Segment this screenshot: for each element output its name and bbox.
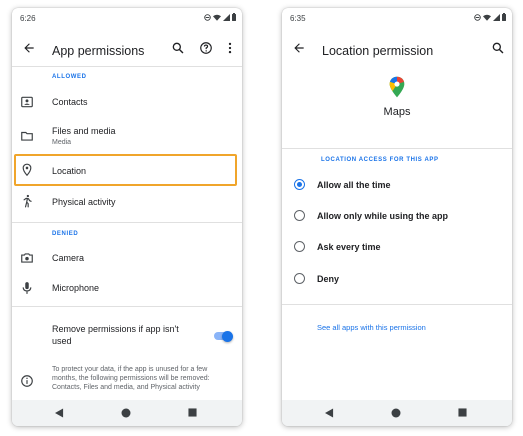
permission-row-camera[interactable]: Camera xyxy=(12,246,242,270)
permission-sublabel: Media xyxy=(52,139,72,146)
maps-app-icon xyxy=(389,76,405,98)
status-bar: 6:26 xyxy=(12,8,242,26)
nav-home-icon[interactable] xyxy=(121,408,131,418)
back-arrow-icon[interactable] xyxy=(292,41,306,55)
denied-section-label: DENIED xyxy=(52,231,79,237)
radio-button[interactable] xyxy=(294,273,305,284)
microphone-icon xyxy=(22,282,32,294)
permission-label: Physical activity xyxy=(52,197,116,207)
permission-label: Camera xyxy=(52,253,85,263)
radio-button[interactable] xyxy=(294,179,305,190)
radio-button[interactable] xyxy=(294,241,305,252)
remove-permissions-label-line1: Remove permissions if app isn't xyxy=(52,324,179,334)
status-icons xyxy=(204,13,236,21)
wifi-icon xyxy=(213,14,221,21)
remove-permissions-toggle-row[interactable]: Remove permissions if app isn't used xyxy=(12,318,242,354)
page-title: App permissions xyxy=(52,44,145,58)
app-name: Maps xyxy=(383,106,411,118)
permission-row-files-and-media[interactable]: Files and media Media xyxy=(12,121,242,151)
dnd-icon xyxy=(204,13,211,21)
info-icon xyxy=(21,375,33,387)
back-arrow-icon[interactable] xyxy=(22,41,36,55)
permission-label: Files and media xyxy=(52,126,116,136)
wifi-icon xyxy=(483,14,491,21)
info-text-line1: To protect your data, if the app is unus… xyxy=(52,366,208,373)
allowed-section-label: ALLOWED xyxy=(52,74,87,80)
app-bar: Location permission xyxy=(282,30,512,66)
location-option-allow-all-time[interactable]: Allow all the time xyxy=(282,173,512,197)
info-text-line3: Contacts, Files and media, and Physical … xyxy=(52,384,200,391)
remove-permissions-switch[interactable] xyxy=(212,329,234,343)
permission-label: Contacts xyxy=(52,97,88,107)
divider xyxy=(12,306,242,307)
search-icon[interactable] xyxy=(491,41,505,55)
permission-row-physical-activity[interactable]: Physical activity xyxy=(12,190,242,214)
battery-icon xyxy=(232,13,236,21)
location-option-deny[interactable]: Deny xyxy=(282,267,512,291)
app-permissions-screen: 6:26 App permissions ALLOWED Contacts Fi… xyxy=(12,8,242,426)
remove-permissions-label-line2: used xyxy=(52,336,72,346)
status-icons xyxy=(474,13,506,21)
signal-icon xyxy=(493,13,500,21)
walking-icon xyxy=(23,194,32,208)
location-permission-screen: 6:35 Location permission Maps LOCATION A… xyxy=(282,8,512,426)
location-option-while-using[interactable]: Allow only while using the app xyxy=(282,204,512,228)
divider xyxy=(12,222,242,223)
app-bar: App permissions xyxy=(12,30,242,66)
contacts-icon xyxy=(21,96,33,108)
divider xyxy=(282,148,512,149)
radio-button[interactable] xyxy=(294,210,305,221)
dnd-icon xyxy=(474,13,481,21)
battery-icon xyxy=(502,13,506,21)
status-time: 6:26 xyxy=(20,14,36,23)
nav-back-icon[interactable] xyxy=(55,408,64,418)
page-title: Location permission xyxy=(322,44,434,58)
camera-icon xyxy=(21,253,33,263)
option-label: Allow all the time xyxy=(317,180,391,190)
permission-row-contacts[interactable]: Contacts xyxy=(12,90,242,114)
option-label: Allow only while using the app xyxy=(317,211,449,221)
info-row: To protect your data, if the app is unus… xyxy=(12,364,242,400)
nav-recents-icon[interactable] xyxy=(458,408,467,417)
navigation-bar xyxy=(282,400,512,426)
nav-home-icon[interactable] xyxy=(391,408,401,418)
see-all-apps-link[interactable]: See all apps with this permission xyxy=(317,323,426,332)
nav-back-icon[interactable] xyxy=(325,408,334,418)
location-highlight-box xyxy=(14,154,237,186)
help-icon[interactable] xyxy=(199,41,213,55)
signal-icon xyxy=(223,13,230,21)
permission-label: Microphone xyxy=(52,283,100,293)
divider xyxy=(12,66,242,67)
more-vert-icon[interactable] xyxy=(223,41,237,55)
location-access-section-label: LOCATION ACCESS FOR THIS APP xyxy=(321,157,439,163)
nav-recents-icon[interactable] xyxy=(188,408,197,417)
permission-row-microphone[interactable]: Microphone xyxy=(12,276,242,300)
info-text-line2: months, the following permissions will b… xyxy=(52,375,210,382)
folder-icon xyxy=(21,131,33,141)
option-label: Deny xyxy=(317,274,340,284)
status-bar: 6:35 xyxy=(282,8,512,26)
divider xyxy=(282,304,512,305)
option-label: Ask every time xyxy=(317,242,381,252)
status-time: 6:35 xyxy=(290,14,306,23)
navigation-bar xyxy=(12,400,242,426)
search-icon[interactable] xyxy=(171,41,185,55)
location-option-ask-every-time[interactable]: Ask every time xyxy=(282,235,512,259)
